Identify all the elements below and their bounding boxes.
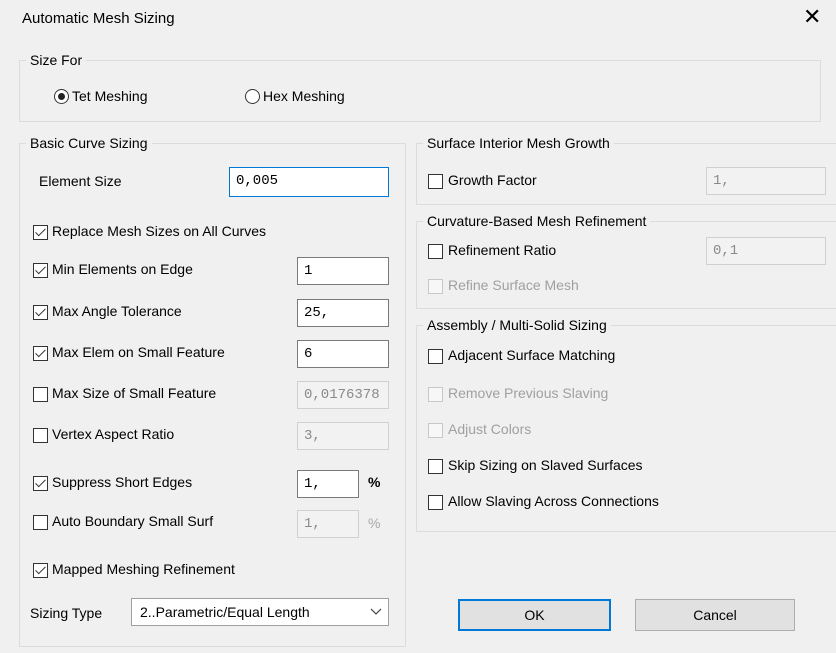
max-elem-small-feature-input[interactable]: 6 bbox=[297, 340, 389, 368]
hex-meshing-radio[interactable] bbox=[245, 89, 260, 104]
max-angle-checkbox[interactable] bbox=[33, 305, 48, 320]
suppress-short-edges-checkbox[interactable] bbox=[33, 476, 48, 491]
ok-button[interactable]: OK bbox=[458, 599, 611, 631]
suppress-short-edges-label[interactable]: Suppress Short Edges bbox=[52, 474, 192, 490]
chevron-down-icon bbox=[370, 599, 382, 633]
allow-slaving-checkbox[interactable] bbox=[428, 495, 443, 510]
tet-meshing-radio[interactable] bbox=[54, 89, 69, 104]
adjacent-surface-matching-checkbox[interactable] bbox=[428, 349, 443, 364]
suppress-percent-unit: % bbox=[368, 474, 381, 490]
refinement-ratio-label[interactable]: Refinement Ratio bbox=[448, 242, 556, 258]
max-angle-input[interactable]: 25, bbox=[297, 299, 389, 327]
remove-previous-slaving-label: Remove Previous Slaving bbox=[448, 385, 609, 401]
replace-mesh-sizes-label[interactable]: Replace Mesh Sizes on All Curves bbox=[52, 223, 266, 239]
adjust-colors-checkbox bbox=[428, 423, 443, 438]
curvature-group bbox=[416, 221, 836, 309]
max-angle-label[interactable]: Max Angle Tolerance bbox=[52, 303, 182, 319]
refinement-ratio-checkbox[interactable] bbox=[428, 244, 443, 259]
element-size-label: Element Size bbox=[39, 173, 122, 189]
growth-factor-checkbox[interactable] bbox=[428, 174, 443, 189]
max-size-small-feature-label[interactable]: Max Size of Small Feature bbox=[52, 385, 216, 401]
min-elements-label[interactable]: Min Elements on Edge bbox=[52, 261, 193, 277]
min-elements-checkbox[interactable] bbox=[33, 263, 48, 278]
vertex-aspect-ratio-checkbox[interactable] bbox=[33, 428, 48, 443]
min-elements-input[interactable]: 1 bbox=[297, 257, 389, 285]
auto-boundary-small-surf-checkbox[interactable] bbox=[33, 515, 48, 530]
skip-sizing-slaved-checkbox[interactable] bbox=[428, 459, 443, 474]
mapped-meshing-refinement-label[interactable]: Mapped Meshing Refinement bbox=[52, 561, 235, 577]
vertex-aspect-ratio-label[interactable]: Vertex Aspect Ratio bbox=[52, 426, 174, 442]
size-for-label: Size For bbox=[26, 52, 87, 68]
skip-sizing-slaved-label[interactable]: Skip Sizing on Slaved Surfaces bbox=[448, 457, 643, 473]
sizing-type-select[interactable]: 2..Parametric/Equal Length bbox=[131, 598, 389, 626]
adjust-colors-label: Adjust Colors bbox=[448, 421, 532, 437]
refine-surface-mesh-label: Refine Surface Mesh bbox=[448, 277, 579, 293]
refinement-ratio-input: 0,1 bbox=[706, 237, 826, 265]
adjacent-surface-matching-label[interactable]: Adjacent Surface Matching bbox=[448, 347, 615, 363]
surface-growth-label: Surface Interior Mesh Growth bbox=[423, 135, 614, 151]
auto-boundary-small-surf-label[interactable]: Auto Boundary Small Surf bbox=[52, 513, 213, 529]
suppress-short-edges-input[interactable]: 1, bbox=[297, 470, 359, 498]
max-size-small-feature-input: 0,0176378 bbox=[297, 381, 389, 409]
hex-meshing-label[interactable]: Hex Meshing bbox=[263, 88, 345, 104]
element-size-input[interactable]: 0,005 bbox=[229, 167, 389, 197]
sizing-type-value: 2..Parametric/Equal Length bbox=[140, 604, 310, 620]
basic-curve-sizing-label: Basic Curve Sizing bbox=[26, 135, 152, 151]
sizing-type-label: Sizing Type bbox=[30, 605, 103, 621]
auto-boundary-percent-unit: % bbox=[368, 515, 381, 531]
allow-slaving-label[interactable]: Allow Slaving Across Connections bbox=[448, 493, 659, 509]
cancel-button[interactable]: Cancel bbox=[635, 599, 795, 631]
remove-previous-slaving-checkbox bbox=[428, 387, 443, 402]
growth-factor-input: 1, bbox=[706, 167, 826, 195]
tet-meshing-label[interactable]: Tet Meshing bbox=[72, 88, 147, 104]
window-title: Automatic Mesh Sizing bbox=[22, 10, 175, 27]
close-icon[interactable]: ✕ bbox=[803, 6, 821, 28]
vertex-aspect-ratio-input: 3, bbox=[297, 422, 389, 450]
max-elem-small-feature-checkbox[interactable] bbox=[33, 346, 48, 361]
replace-mesh-sizes-checkbox[interactable] bbox=[33, 225, 48, 240]
mapped-meshing-refinement-checkbox[interactable] bbox=[33, 563, 48, 578]
auto-boundary-small-surf-input: 1, bbox=[297, 510, 359, 538]
max-elem-small-feature-label[interactable]: Max Elem on Small Feature bbox=[52, 344, 225, 360]
refine-surface-mesh-checkbox bbox=[428, 279, 443, 294]
assembly-label: Assembly / Multi-Solid Sizing bbox=[423, 317, 611, 333]
max-size-small-feature-checkbox[interactable] bbox=[33, 387, 48, 402]
growth-factor-label[interactable]: Growth Factor bbox=[448, 172, 537, 188]
curvature-label: Curvature-Based Mesh Refinement bbox=[423, 213, 651, 229]
